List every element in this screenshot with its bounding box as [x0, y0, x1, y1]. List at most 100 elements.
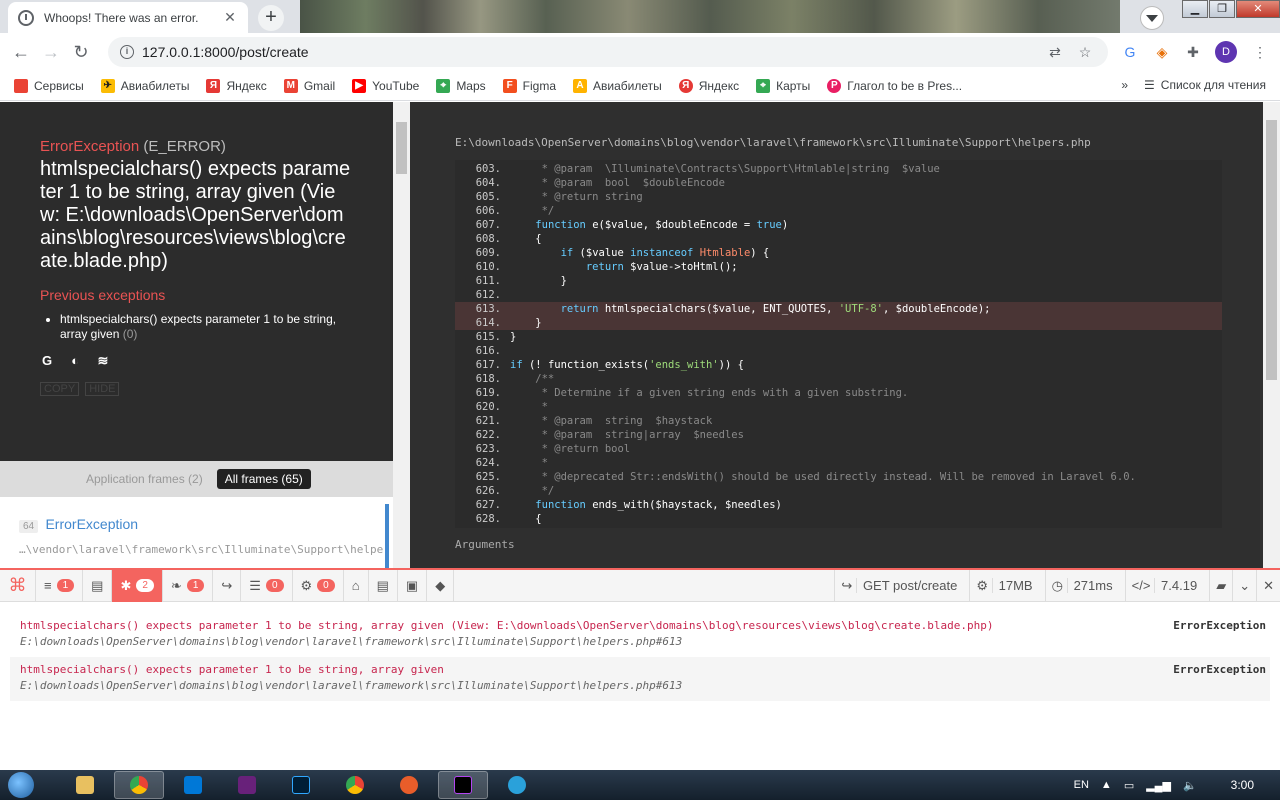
phpstorm-icon [454, 776, 472, 794]
power-icon[interactable]: ▭ [1124, 779, 1134, 792]
minimize-chevron-icon[interactable]: ⌄ [1232, 570, 1256, 602]
copy-button[interactable]: COPY [40, 382, 80, 396]
code-line: 615.} [475, 331, 517, 343]
minimize-button[interactable]: ▁ [1182, 0, 1208, 18]
left-scrollbar[interactable] [393, 102, 410, 568]
exception-row[interactable]: htmlspecialchars() expects parameter 1 t… [10, 657, 1270, 701]
scrollbar-thumb[interactable] [1266, 120, 1277, 380]
tags-icon: ◆ [435, 577, 446, 593]
laravel-logo-icon[interactable]: ⌘ [0, 569, 36, 602]
close-window-button[interactable]: ✕ [1236, 0, 1280, 18]
application-frames-tab[interactable]: Application frames (2) [86, 472, 203, 486]
site-info-icon[interactable]: i [120, 45, 134, 59]
leaf-icon: ❧ [170, 577, 182, 593]
translate-extension-icon[interactable]: G [1120, 42, 1140, 62]
exception-row-location: E:\downloads\OpenServer\domains\blog\ven… [20, 679, 683, 692]
clock[interactable]: 3:00 [1231, 778, 1254, 792]
bookmark-item[interactable]: F Figma [502, 78, 556, 93]
code-line: 625. * @deprecated Str::endsWith() shoul… [475, 471, 1136, 483]
frames-filter: Application frames (2) All frames (65) [0, 461, 393, 497]
maximize-button[interactable]: ❐ [1209, 0, 1235, 18]
debugbar-tab-route[interactable]: ↪ [213, 569, 242, 602]
bookmark-item[interactable]: A Авиабилеты [573, 78, 662, 93]
taskbar-chrome[interactable] [114, 771, 164, 799]
signal-icon[interactable]: ▂▄▆ [1146, 779, 1171, 792]
taskbar-telegram[interactable] [492, 771, 542, 799]
bookmark-item[interactable]: Я Яндекс [678, 78, 739, 93]
language-indicator[interactable]: EN [1074, 779, 1089, 791]
bookmark-item[interactable]: ▶ YouTube [352, 78, 419, 93]
forward-arrow-icon[interactable]: → [36, 42, 66, 63]
taskbar-vscode[interactable] [168, 771, 218, 799]
new-tab-button[interactable]: + [258, 5, 284, 31]
tray-expand-icon[interactable]: ▲ [1101, 779, 1112, 791]
debugbar-tab-mails[interactable]: ⌂ [344, 569, 369, 602]
debugbar-tab-request[interactable]: ◆ [427, 569, 455, 602]
reload-icon[interactable]: ↻ [66, 42, 96, 63]
code-line: 626. */ [475, 485, 555, 497]
exception-row-label: ErrorException [1173, 619, 1266, 632]
bookmark-item[interactable]: ✈ Авиабилеты [100, 78, 189, 93]
bookmark-item[interactable]: ⌖ Maps [436, 78, 486, 93]
debugbar-tab-models[interactable]: ⚙ 0 [293, 569, 344, 602]
previous-exceptions-list: htmlspecialchars() expects parameter 1 t… [60, 312, 353, 342]
hide-button[interactable]: HIDE [85, 382, 120, 396]
more-bookmarks-chevron-icon[interactable]: » [1121, 78, 1128, 92]
duckduckgo-search-icon[interactable]: ◐ [68, 354, 82, 368]
bookmark-item[interactable]: M Gmail [283, 78, 335, 93]
debugbar-tab-queries[interactable]: ☰ 0 [241, 569, 293, 602]
download-icon[interactable] [1140, 6, 1164, 30]
code-line: 608. { [475, 233, 542, 245]
address-bar[interactable]: i 127.0.0.1:8000/post/create ⇄ ☆ [108, 37, 1108, 67]
maps-icon: ⌖ [756, 78, 771, 93]
time-info[interactable]: ◷ 271ms [1044, 570, 1125, 602]
code-line: 623. * @return bool [475, 443, 631, 455]
debugbar-tab-views[interactable]: ❧ 1 [163, 569, 214, 602]
start-button[interactable] [0, 770, 42, 800]
reading-list-label[interactable]: Список для чтения [1161, 78, 1266, 92]
debugbar-tab-session[interactable]: ▣ [398, 569, 428, 602]
taskbar-photoshop[interactable] [276, 771, 326, 799]
right-scrollbar[interactable] [1263, 102, 1280, 568]
menu-kebab-icon[interactable]: ⋮ [1250, 42, 1270, 62]
extensions-puzzle-icon[interactable]: ✚ [1183, 42, 1203, 62]
stack-frame-item[interactable]: 64 ErrorException …\vendor\laravel\frame… [5, 504, 389, 568]
taskbar-app[interactable] [384, 771, 434, 799]
code-line: 603. * @param \Illuminate\Contracts\Supp… [475, 163, 940, 175]
profile-avatar[interactable]: D [1215, 41, 1237, 63]
bookmark-item[interactable]: ⌖ Карты [756, 78, 810, 93]
scrollbar-thumb[interactable] [396, 122, 407, 174]
reading-list-icon[interactable]: ☰ [1144, 78, 1155, 92]
taskbar-explorer[interactable] [60, 771, 110, 799]
close-debugbar-icon[interactable]: ✕ [1256, 570, 1280, 602]
folder-icon[interactable]: ▰ [1209, 570, 1232, 602]
translate-icon[interactable]: ⇄ [1044, 44, 1066, 61]
taskbar-visual-studio[interactable] [222, 771, 272, 799]
back-arrow-icon[interactable]: ← [6, 42, 36, 63]
bookmark-item[interactable]: Я Яндекс [206, 78, 267, 93]
stackoverflow-search-icon[interactable]: ≋ [96, 354, 110, 368]
taskbar-chrome-2[interactable] [330, 771, 380, 799]
debugbar-tab-timeline[interactable]: ▤ [83, 569, 113, 602]
maps-icon: ⌖ [436, 78, 451, 93]
debugbar-tab-messages[interactable]: ≡ 1 [36, 569, 84, 602]
route-info[interactable]: ↪ GET post/create [834, 570, 969, 602]
php-version: </> 7.4.19 [1124, 570, 1210, 602]
exception-row[interactable]: htmlspecialchars() expects parameter 1 t… [10, 613, 1270, 657]
browser-tab-active[interactable]: Whoops! There was an error. ✕ [8, 2, 248, 33]
error-favicon-icon [18, 9, 34, 26]
google-search-icon[interactable]: G [40, 354, 54, 368]
volume-icon[interactable]: 🔈 [1183, 779, 1197, 792]
bookmark-star-icon[interactable]: ☆ [1074, 44, 1096, 61]
list-icon: ▤ [376, 577, 389, 593]
bookmark-item[interactable]: Сервисы [14, 78, 84, 93]
debugbar-tab-exceptions[interactable]: ✱ 2 [112, 569, 163, 602]
debugbar-tab-gate[interactable]: ▤ [369, 569, 398, 602]
tab-close-icon[interactable]: ✕ [222, 9, 238, 26]
bookmark-item[interactable]: P Глагол to be в Pres... [827, 78, 962, 93]
taskbar-phpstorm[interactable] [438, 771, 488, 799]
url-text[interactable]: 127.0.0.1:8000/post/create [142, 44, 1036, 60]
extension-icon[interactable]: ◈ [1152, 42, 1172, 62]
all-frames-tab[interactable]: All frames (65) [216, 469, 311, 489]
exception-class-line: ErrorException (E_ERROR) [40, 138, 353, 155]
